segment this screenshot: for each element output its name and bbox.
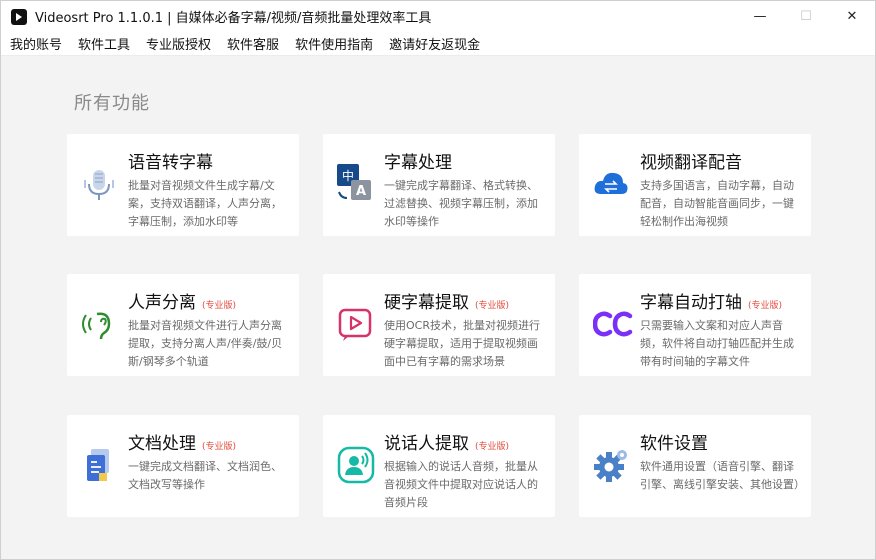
- window-title: Videosrt Pro 1.1.0.1 | 自媒体必备字幕/视频/音频批量处理…: [35, 11, 432, 26]
- card-vocal-separation[interactable]: 人声分离 (专业版) 批量对音视频文件进行人声分离提取，支持分离人声/伴奏/鼓/…: [67, 274, 299, 376]
- pro-badge: (专业版): [475, 442, 510, 452]
- card-speaker-extraction[interactable]: 说话人提取 (专业版) 根据输入的说话人音频，批量从音视频文件中提取对应说话人的…: [323, 415, 555, 517]
- pro-badge: (专业版): [475, 301, 510, 311]
- card-description: 软件通用设置（语音引擎、翻译引擎、离线引擎安装、其他设置）: [640, 460, 805, 491]
- card-title: 字幕处理: [384, 153, 452, 173]
- menu-item-tools[interactable]: 软件工具: [78, 34, 130, 53]
- card-title: 字幕自动打轴: [640, 293, 742, 313]
- card-description: 批量对音视频文件进行人声分离提取，支持分离人声/伴奏/鼓/贝斯/钢琴多个轨道: [128, 319, 283, 368]
- card-title: 文档处理: [128, 434, 196, 454]
- card-subtitle-processing[interactable]: 中 A 字幕处理 一键完成字幕翻译、格式转换、过滤替换、视频字幕压制，添加水印等…: [323, 134, 555, 236]
- svg-text:A: A: [356, 184, 366, 199]
- ear-sound-icon: [81, 304, 117, 344]
- menu-item-guide[interactable]: 软件使用指南: [295, 34, 373, 53]
- video-play-icon: [337, 304, 373, 344]
- card-title: 硬字幕提取: [384, 293, 469, 313]
- minimize-button[interactable]: —: [737, 1, 783, 32]
- close-button[interactable]: ✕: [829, 1, 875, 32]
- pro-badge: (专业版): [748, 301, 783, 311]
- menu-bar: 我的账号 软件工具 专业版授权 软件客服 软件使用指南 邀请好友返现金: [1, 32, 875, 56]
- cc-icon: [592, 304, 633, 344]
- app-window: Videosrt Pro 1.1.0.1 | 自媒体必备字幕/视频/音频批量处理…: [0, 0, 876, 560]
- card-description: 批量对音视频文件生成字幕/文案，支持双语翻译，人声分离，字幕压制，添加水印等: [128, 179, 282, 228]
- pro-badge: (专业版): [202, 442, 237, 452]
- microphone-icon: [81, 164, 117, 204]
- document-icon: [81, 445, 117, 485]
- gear-icon: [593, 445, 629, 485]
- card-title: 说话人提取: [384, 434, 469, 454]
- app-logo-icon: [11, 8, 27, 25]
- card-title: 视频翻译配音: [640, 153, 742, 173]
- translate-icon: 中 A: [337, 164, 373, 204]
- card-auto-subtitle-timing[interactable]: 字幕自动打轴 (专业版) 只需要输入文案和对应人声音频，软件将自动打轴匹配并生成…: [579, 274, 811, 376]
- card-title: 语音转字幕: [128, 153, 213, 173]
- menu-item-support[interactable]: 软件客服: [227, 34, 279, 53]
- maximize-button[interactable]: ☐: [783, 1, 829, 32]
- pro-badge: (专业版): [202, 301, 237, 311]
- card-description: 根据输入的说话人音频，批量从音视频文件中提取对应说话人的音频片段: [384, 460, 538, 509]
- card-hard-subtitle-extraction[interactable]: 硬字幕提取 (专业版) 使用OCR技术，批量对视频进行硬字幕提取，适用于提取视频…: [323, 274, 555, 376]
- section-title: 所有功能: [74, 93, 150, 114]
- cloud-sync-icon: [593, 164, 629, 204]
- card-title: 人声分离: [128, 293, 196, 313]
- menu-item-invite[interactable]: 邀请好友返现金: [389, 34, 480, 53]
- card-description: 支持多国语言，自动字幕，自动配音，自动智能音画同步，一键轻松制作出海视频: [640, 179, 794, 228]
- card-description: 只需要输入文案和对应人声音频，软件将自动打轴匹配并生成带有时间轴的字幕文件: [640, 319, 794, 368]
- window-controls: — ☐ ✕: [737, 1, 875, 32]
- card-document-processing[interactable]: 文档处理 (专业版) 一键完成文档翻译、文档润色、文档改写等操作: [67, 415, 299, 517]
- title-bar[interactable]: Videosrt Pro 1.1.0.1 | 自媒体必备字幕/视频/音频批量处理…: [1, 1, 875, 32]
- card-description: 使用OCR技术，批量对视频进行硬字幕提取，适用于提取视频画面中已有字幕的需求场景: [384, 319, 540, 368]
- menu-item-account[interactable]: 我的账号: [10, 34, 62, 53]
- card-description: 一键完成字幕翻译、格式转换、过滤替换、视频字幕压制，添加水印等操作: [384, 179, 538, 228]
- card-description: 一键完成文档翻译、文档润色、文档改写等操作: [128, 460, 282, 491]
- card-video-translation-dubbing[interactable]: 视频翻译配音 支持多国语言，自动字幕，自动配音，自动智能音画同步，一键轻松制作出…: [579, 134, 811, 236]
- card-speech-to-subtitle[interactable]: 语音转字幕 批量对音视频文件生成字幕/文案，支持双语翻译，人声分离，字幕压制，添…: [67, 134, 299, 236]
- menu-item-pro-license[interactable]: 专业版授权: [146, 34, 211, 53]
- speaker-icon: [337, 445, 375, 485]
- card-software-settings[interactable]: 软件设置 软件通用设置（语音引擎、翻译引擎、离线引擎安装、其他设置）: [579, 415, 811, 517]
- card-title: 软件设置: [640, 434, 708, 454]
